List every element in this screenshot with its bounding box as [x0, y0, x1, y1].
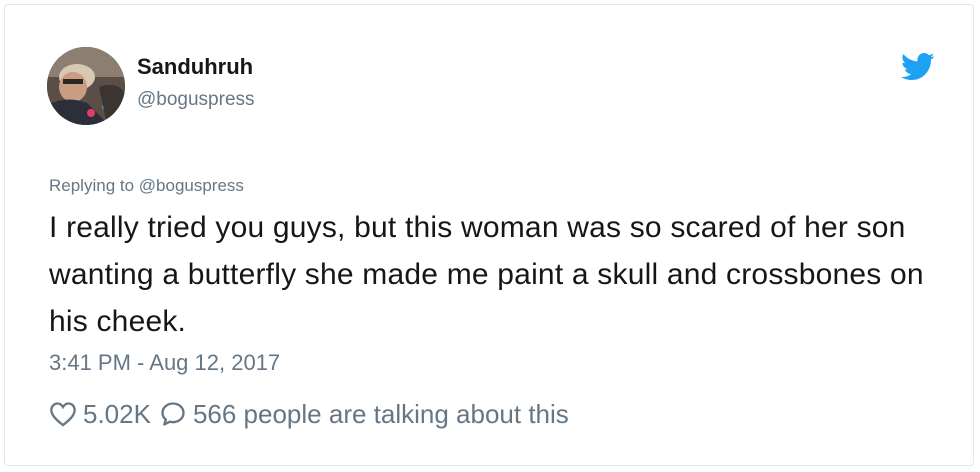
display-name[interactable]: Sanduhruh	[137, 54, 253, 80]
like-button[interactable]: 5.02K	[49, 399, 151, 430]
tweet-text: I really tried you guys, but this woman …	[49, 211, 924, 338]
speech-bubble-icon	[159, 400, 187, 428]
avatar-photo	[47, 47, 125, 125]
talking-about-label: 566 people are talking about this	[192, 398, 569, 429]
twitter-bird-icon[interactable]	[901, 52, 935, 82]
replying-to-label[interactable]: Replying to @boguspress	[49, 176, 244, 196]
tweet-actions: 5.02K 566 people are talking about this	[49, 397, 569, 431]
avatar[interactable]	[47, 47, 125, 125]
likes-count: 5.02K	[83, 398, 151, 429]
heart-icon	[49, 401, 77, 427]
reply-conversation-button[interactable]: 566 people are talking about this	[159, 399, 569, 430]
tweet-timestamp[interactable]: 3:41 PM - Aug 12, 2017	[49, 350, 280, 376]
user-handle[interactable]: @boguspress	[137, 89, 255, 111]
tweet-card: Sanduhruh @boguspress Replying to @bogus…	[4, 4, 974, 466]
